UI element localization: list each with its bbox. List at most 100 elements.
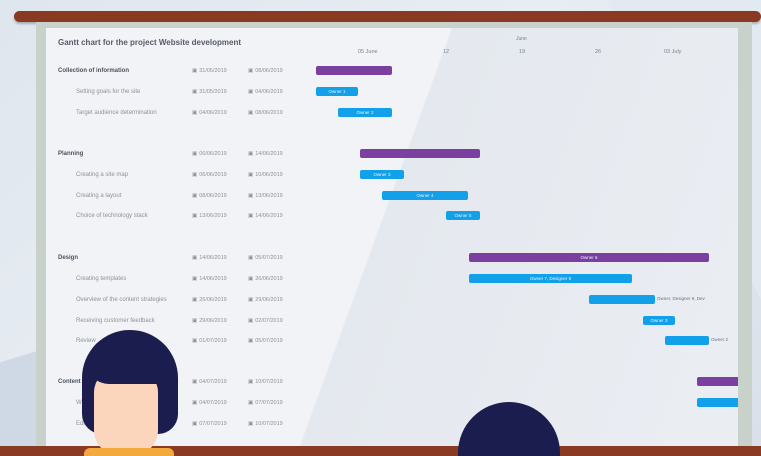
end-date: ▣ 05/07/2019 bbox=[248, 338, 283, 344]
calendar-icon: ▣ bbox=[248, 421, 254, 427]
gantt-bar-task[interactable]: Owner 1 bbox=[316, 87, 358, 96]
task-name: Collection of information bbox=[58, 68, 129, 74]
calendar-icon: ▣ bbox=[192, 276, 198, 282]
gantt-task-row[interactable]: Creating a layout ▣ 08/06/2019 ▣ 13/06/2019 bbox=[46, 190, 306, 204]
end-date: ▣ 04/06/2019 bbox=[248, 89, 283, 95]
gantt-task-row[interactable]: Receiving customer feedback ▣ 29/06/2019 ▣ 0… bbox=[46, 315, 306, 329]
timeline-day: 12 bbox=[443, 49, 450, 55]
task-name: Receiving customer feedback bbox=[76, 318, 155, 324]
man-illustration bbox=[458, 402, 560, 456]
calendar-icon: ▣ bbox=[248, 400, 254, 406]
gantt-bar-group[interactable]: Owner 6 bbox=[469, 253, 709, 262]
calendar-icon: ▣ bbox=[192, 89, 198, 95]
calendar-icon: ▣ bbox=[248, 297, 254, 303]
gantt-bar-group[interactable] bbox=[360, 149, 480, 158]
task-name: Planning bbox=[58, 151, 84, 157]
start-date: ▣ 13/06/2019 bbox=[192, 213, 227, 219]
calendar-icon: ▣ bbox=[248, 379, 254, 385]
timeline-day: 19 bbox=[519, 49, 526, 55]
calendar-icon: ▣ bbox=[248, 89, 254, 95]
calendar-icon: ▣ bbox=[192, 297, 198, 303]
task-name: Creating templates bbox=[76, 276, 127, 282]
start-date: ▣ 01/07/2019 bbox=[192, 338, 227, 344]
start-date: ▣ 06/06/2019 bbox=[192, 172, 227, 178]
start-date: ▣ 04/07/2019 bbox=[192, 400, 227, 406]
end-date: ▣ 07/07/2019 bbox=[248, 400, 283, 406]
end-date: ▣ 08/06/2019 bbox=[248, 68, 283, 74]
woman-illustration bbox=[78, 330, 188, 456]
timeline-day: 05 June bbox=[358, 49, 378, 55]
calendar-icon: ▣ bbox=[248, 151, 254, 157]
calendar-icon: ▣ bbox=[192, 68, 198, 74]
calendar-icon: ▣ bbox=[192, 213, 198, 219]
start-date: ▣ 08/06/2019 bbox=[192, 193, 227, 199]
gantt-task-row[interactable]: Choice of technology stack ▣ 13/06/2019 ▣ 14… bbox=[46, 210, 306, 224]
task-name: Overview of the content strategies bbox=[76, 297, 167, 303]
calendar-icon: ▣ bbox=[192, 110, 198, 116]
timeline-day: 26 bbox=[595, 49, 602, 55]
task-name: Setting goals for the site bbox=[76, 89, 141, 95]
calendar-icon: ▣ bbox=[248, 68, 254, 74]
gantt-bar-note: Owner 2 bbox=[711, 337, 729, 342]
gantt-bar-task[interactable] bbox=[589, 295, 655, 304]
timeline-month: June bbox=[516, 36, 527, 42]
gantt-bar-task[interactable]: Owner 3 bbox=[643, 316, 675, 325]
gantt-bar-task[interactable] bbox=[697, 398, 738, 407]
gantt-bar-group[interactable] bbox=[697, 377, 738, 386]
start-date: ▣ 04/06/2019 bbox=[192, 110, 227, 116]
gantt-task-row[interactable]: Target audience determination ▣ 04/06/2019… bbox=[46, 107, 306, 121]
calendar-icon: ▣ bbox=[248, 338, 254, 344]
gantt-task-row[interactable]: Setting goals for the site ▣ 31/05/2019 ▣ 04… bbox=[46, 86, 306, 100]
gantt-group-row[interactable]: Collection of information ▣ 31/05/2019 ▣ 08/… bbox=[46, 65, 306, 79]
start-date: ▣ 31/05/2019 bbox=[192, 68, 227, 74]
task-name: Creating a layout bbox=[76, 193, 122, 199]
gantt-group-row[interactable]: Planning ▣ 06/06/2019 ▣ 14/06/2019 bbox=[46, 148, 306, 162]
gantt-bar-note: Owner, Designer 9, Dev bbox=[657, 296, 705, 301]
start-date: ▣ 26/06/2019 bbox=[192, 297, 227, 303]
gantt-task-row[interactable]: Overview of the content strategies ▣ 26/06… bbox=[46, 294, 306, 308]
end-date: ▣ 26/06/2019 bbox=[248, 276, 283, 282]
calendar-icon: ▣ bbox=[248, 255, 254, 261]
timeline-day: 03 July bbox=[664, 49, 682, 55]
end-date: ▣ 14/06/2019 bbox=[248, 213, 283, 219]
calendar-icon: ▣ bbox=[248, 276, 254, 282]
start-date: ▣ 06/06/2019 bbox=[192, 151, 227, 157]
end-date: ▣ 08/06/2019 bbox=[248, 110, 283, 116]
calendar-icon: ▣ bbox=[192, 400, 198, 406]
calendar-icon: ▣ bbox=[192, 193, 198, 199]
start-date: ▣ 14/06/2019 bbox=[192, 255, 227, 261]
calendar-icon: ▣ bbox=[192, 318, 198, 324]
task-name: Choice of technology stack bbox=[76, 213, 148, 219]
task-name: Target audience determination bbox=[76, 110, 157, 116]
calendar-icon: ▣ bbox=[192, 379, 198, 385]
calendar-icon: ▣ bbox=[248, 172, 254, 178]
calendar-icon: ▣ bbox=[192, 421, 198, 427]
gantt-bar-task[interactable]: Owner 5 bbox=[446, 211, 480, 220]
calendar-icon: ▣ bbox=[248, 213, 254, 219]
task-name: Creating a site map bbox=[76, 172, 129, 178]
calendar-icon: ▣ bbox=[248, 318, 254, 324]
task-name: Design bbox=[58, 255, 79, 261]
gantt-task-row[interactable]: Creating a site map ▣ 06/06/2019 ▣ 10/06/201… bbox=[46, 169, 306, 183]
end-date: ▣ 10/07/2019 bbox=[248, 379, 283, 385]
start-date: ▣ 14/06/2019 bbox=[192, 276, 227, 282]
gantt-bar-task[interactable] bbox=[665, 336, 709, 345]
calendar-icon: ▣ bbox=[192, 255, 198, 261]
gantt-title: Gantt chart for the project Website deve… bbox=[58, 38, 241, 47]
end-date: ▣ 02/07/2019 bbox=[248, 318, 283, 324]
end-date: ▣ 10/06/2019 bbox=[248, 172, 283, 178]
start-date: ▣ 29/06/2019 bbox=[192, 318, 227, 324]
gantt-bar-task[interactable]: Owner 2 bbox=[338, 108, 392, 117]
gantt-bar-task[interactable]: Owner 4 bbox=[382, 191, 468, 200]
gantt-bar-task[interactable]: Owner 3 bbox=[360, 170, 404, 179]
start-date: ▣ 07/07/2019 bbox=[192, 421, 227, 427]
gantt-bar-group[interactable] bbox=[316, 66, 392, 75]
gantt-group-row[interactable]: Design ▣ 14/06/2019 ▣ 05/07/2019 bbox=[46, 252, 306, 266]
calendar-icon: ▣ bbox=[192, 172, 198, 178]
start-date: ▣ 04/07/2019 bbox=[192, 379, 227, 385]
end-date: ▣ 10/07/2019 bbox=[248, 421, 283, 427]
gantt-task-row[interactable]: Creating templates ▣ 14/06/2019 ▣ 26/06/2019 bbox=[46, 273, 306, 287]
calendar-icon: ▣ bbox=[192, 151, 198, 157]
gantt-bar-task[interactable]: Owner 7, Designer 8 bbox=[469, 274, 632, 283]
calendar-icon: ▣ bbox=[192, 338, 198, 344]
